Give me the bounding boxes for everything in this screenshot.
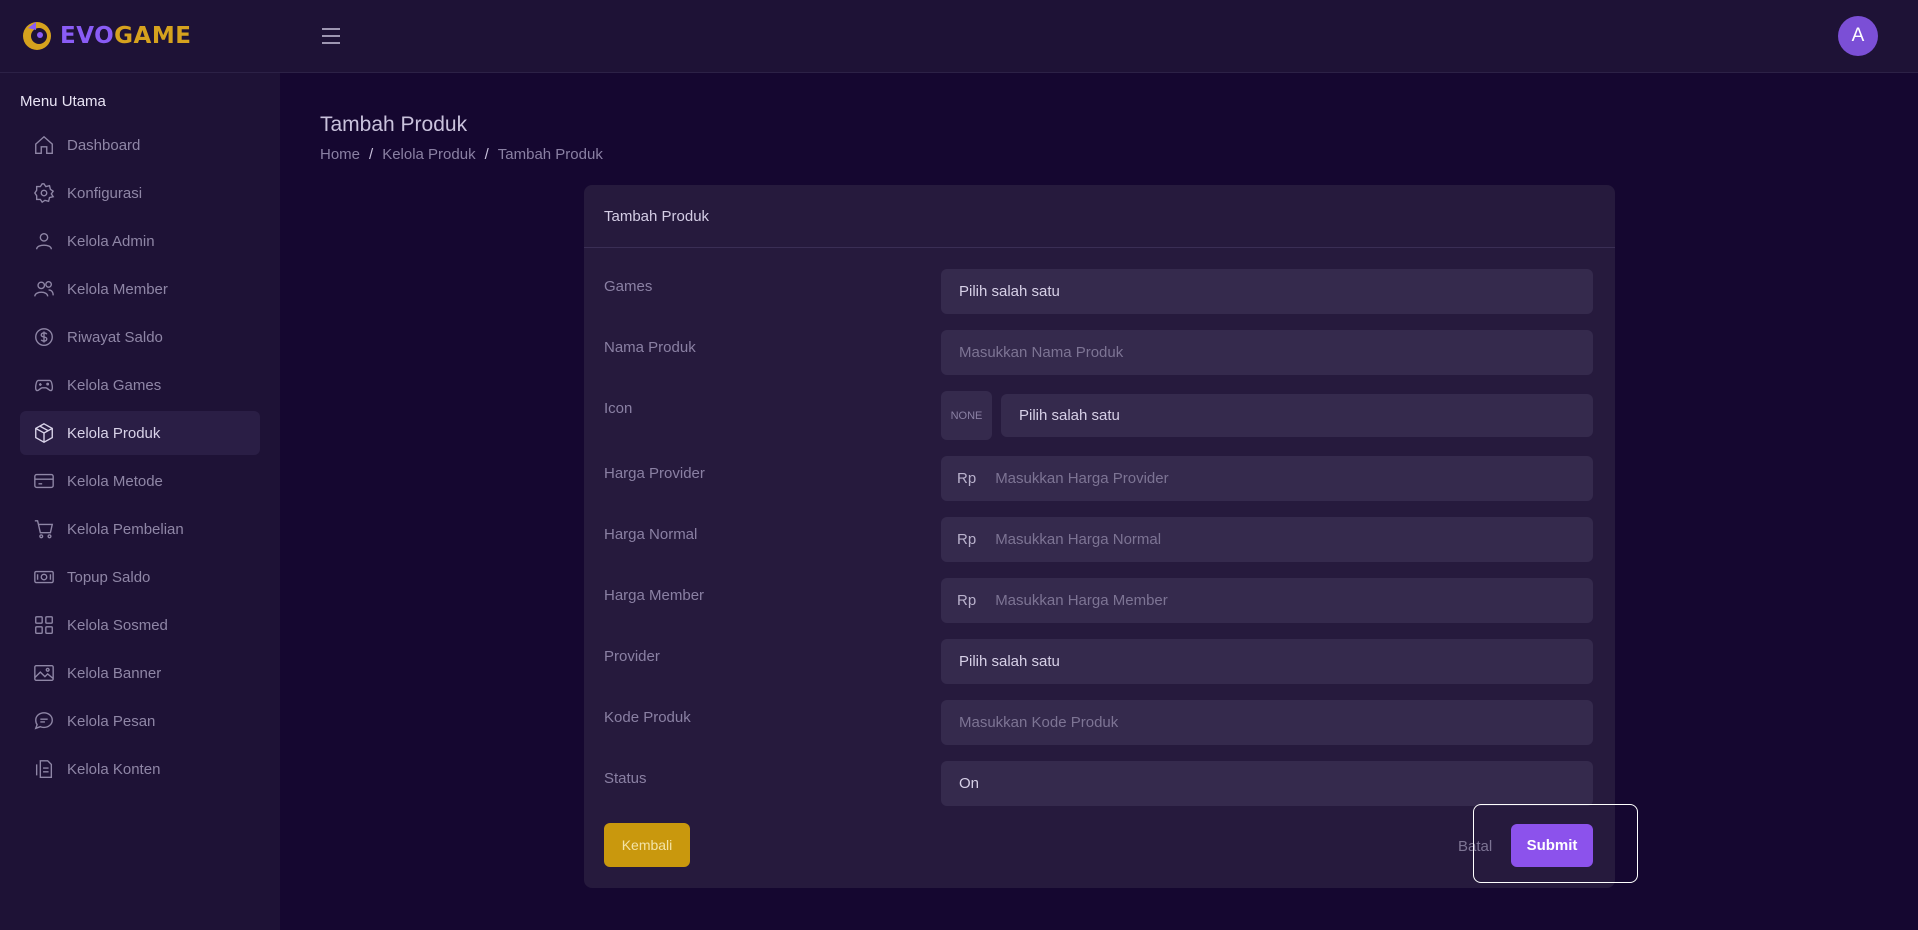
card-title: Tambah Produk — [584, 185, 1615, 248]
breadcrumb-separator: / — [369, 146, 374, 163]
sidebar-item-label: Konfigurasi — [67, 184, 143, 202]
currency-prefix: Rp — [957, 470, 977, 487]
cash-icon — [33, 566, 55, 588]
message-icon — [33, 710, 55, 732]
sidebar-item-label: Riwayat Saldo — [67, 328, 163, 346]
sidebar-item-kelola-produk[interactable]: Kelola Produk — [20, 411, 260, 455]
add-product-card: Tambah Produk Games Pilih salah satu Nam… — [584, 185, 1615, 888]
sidebar-item-label: Topup Saldo — [67, 568, 151, 586]
document-icon — [33, 758, 55, 780]
nama-produk-label: Nama Produk — [604, 339, 696, 356]
sidebar: Menu Utama Dashboard Konfigurasi Kelola … — [0, 73, 280, 930]
currency-prefix: Rp — [957, 531, 977, 548]
sidebar-heading: Menu Utama — [20, 93, 106, 110]
credit-card-icon — [33, 470, 55, 492]
icon-preview: NONE — [941, 391, 992, 440]
sidebar-item-kelola-pesan[interactable]: Kelola Pesan — [20, 699, 260, 743]
sidebar-item-konfigurasi[interactable]: Konfigurasi — [20, 171, 260, 215]
harga-member-label: Harga Member — [604, 587, 705, 604]
logo-icon — [23, 22, 51, 50]
sidebar-item-label: Kelola Produk — [67, 424, 161, 442]
sidebar-item-riwayat-saldo[interactable]: Riwayat Saldo — [20, 315, 260, 359]
users-icon — [33, 278, 55, 300]
sidebar-item-kelola-admin[interactable]: Kelola Admin — [20, 219, 260, 263]
harga-provider-label: Harga Provider — [604, 465, 705, 482]
sidebar-item-kelola-metode[interactable]: Kelola Metode — [20, 459, 260, 503]
provider-label: Provider — [604, 648, 660, 665]
dollar-circle-icon — [33, 326, 55, 348]
sidebar-item-kelola-member[interactable]: Kelola Member — [20, 267, 260, 311]
sidebar-item-label: Kelola Banner — [67, 664, 162, 682]
form-row-harga-provider: Harga Provider Rp Masukkan Harga Provide… — [584, 456, 1615, 502]
sidebar-item-label: Kelola Sosmed — [67, 616, 168, 634]
brand-name: EVOGAME — [60, 23, 191, 49]
sidebar-item-topup-saldo[interactable]: Topup Saldo — [20, 555, 260, 599]
sidebar-item-kelola-pembelian[interactable]: Kelola Pembelian — [20, 507, 260, 551]
breadcrumb-home[interactable]: Home — [320, 146, 360, 163]
form-row-icon: Icon NONE Pilih salah satu — [584, 391, 1615, 440]
gamepad-icon — [33, 374, 55, 396]
sidebar-item-kelola-konten[interactable]: Kelola Konten — [20, 747, 260, 791]
form-row-harga-member: Harga Member Rp Masukkan Harga Member — [584, 578, 1615, 624]
brand-logo[interactable]: EVOGAME — [20, 18, 191, 54]
home-icon — [33, 134, 55, 156]
page-title: Tambah Produk — [320, 113, 468, 136]
games-label: Games — [604, 278, 653, 295]
kode-produk-input[interactable]: Masukkan Kode Produk — [941, 700, 1593, 745]
sidebar-item-label: Kelola Pesan — [67, 712, 156, 730]
form-row-kode-produk: Kode Produk Masukkan Kode Produk — [584, 700, 1615, 746]
icon-select[interactable]: Pilih salah satu — [1001, 394, 1593, 437]
brand-part1: EVO — [60, 23, 115, 49]
status-label: Status — [604, 770, 647, 787]
games-select[interactable]: Pilih salah satu — [941, 269, 1593, 314]
form-row-nama-produk: Nama Produk Masukkan Nama Produk — [584, 330, 1615, 376]
sidebar-item-label: Kelola Member — [67, 280, 168, 298]
sidebar-menu: Dashboard Konfigurasi Kelola Admin Kelol… — [20, 123, 260, 795]
harga-normal-placeholder: Masukkan Harga Normal — [995, 531, 1162, 548]
provider-select[interactable]: Pilih salah satu — [941, 639, 1593, 684]
top-bar: EVOGAME A — [0, 0, 1918, 73]
form-row-provider: Provider Pilih salah satu — [584, 639, 1615, 685]
harga-provider-placeholder: Masukkan Harga Provider — [995, 470, 1169, 487]
form-row-games: Games Pilih salah satu — [584, 269, 1615, 315]
breadcrumb-kelola-produk[interactable]: Kelola Produk — [382, 146, 475, 163]
sidebar-item-dashboard[interactable]: Dashboard — [20, 123, 260, 167]
box-icon — [33, 422, 55, 444]
sidebar-item-label: Kelola Admin — [67, 232, 155, 250]
sidebar-item-kelola-banner[interactable]: Kelola Banner — [20, 651, 260, 695]
grid-icon — [33, 614, 55, 636]
hamburger-menu-icon[interactable] — [320, 26, 342, 46]
image-icon — [33, 662, 55, 684]
sidebar-item-label: Kelola Games — [67, 376, 162, 394]
brand-part2: GAME — [114, 23, 192, 49]
harga-normal-input[interactable]: Rp Masukkan Harga Normal — [941, 517, 1593, 562]
breadcrumb-separator: / — [484, 146, 489, 163]
sidebar-item-label: Kelola Metode — [67, 472, 163, 490]
harga-provider-input[interactable]: Rp Masukkan Harga Provider — [941, 456, 1593, 501]
sidebar-item-label: Dashboard — [67, 136, 141, 154]
icon-label: Icon — [604, 400, 633, 417]
harga-member-input[interactable]: Rp Masukkan Harga Member — [941, 578, 1593, 623]
user-icon — [33, 230, 55, 252]
cancel-button[interactable]: Batal — [1458, 838, 1492, 855]
submit-button[interactable]: Submit — [1511, 824, 1593, 867]
cart-icon — [33, 518, 55, 540]
harga-normal-label: Harga Normal — [604, 526, 698, 543]
nama-produk-input[interactable]: Masukkan Nama Produk — [941, 330, 1593, 375]
form-row-status: Status On — [584, 761, 1615, 807]
gear-icon — [33, 182, 55, 204]
sidebar-item-kelola-games[interactable]: Kelola Games — [20, 363, 260, 407]
breadcrumb: Home / Kelola Produk / Tambah Produk — [320, 146, 603, 163]
sidebar-item-kelola-sosmed[interactable]: Kelola Sosmed — [20, 603, 260, 647]
breadcrumb-current: Tambah Produk — [497, 146, 603, 163]
currency-prefix: Rp — [957, 592, 977, 609]
harga-member-placeholder: Masukkan Harga Member — [995, 592, 1168, 609]
kode-produk-label: Kode Produk — [604, 709, 691, 726]
sidebar-item-label: Kelola Pembelian — [67, 520, 184, 538]
back-button[interactable]: Kembali — [604, 823, 690, 867]
status-select[interactable]: On — [941, 761, 1593, 806]
form-row-harga-normal: Harga Normal Rp Masukkan Harga Normal — [584, 517, 1615, 563]
sidebar-item-label: Kelola Konten — [67, 760, 161, 778]
user-avatar[interactable]: A — [1838, 16, 1878, 56]
